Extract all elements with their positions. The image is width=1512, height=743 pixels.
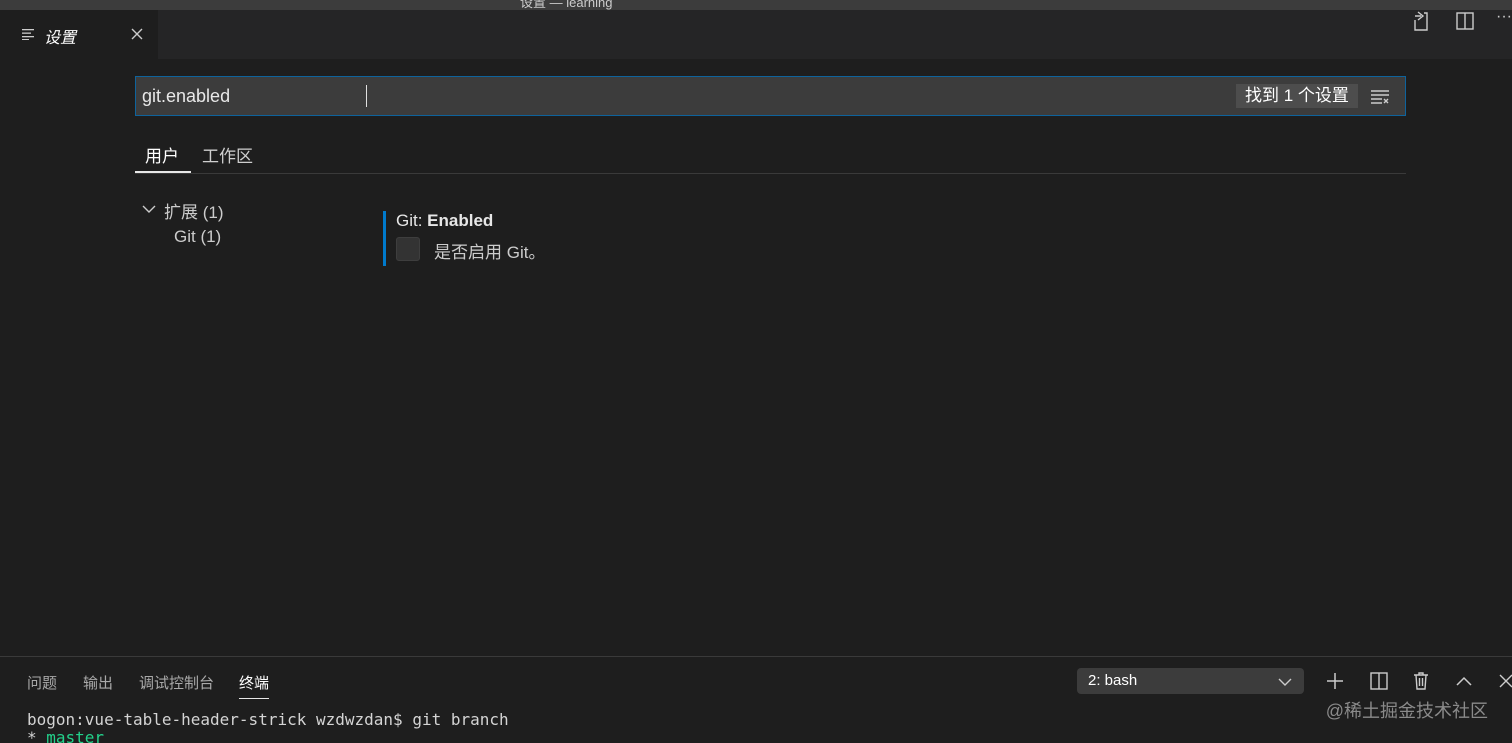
chevron-down-icon bbox=[1278, 678, 1292, 686]
tab-user[interactable]: 用户 bbox=[135, 142, 191, 173]
clear-filter-icon[interactable] bbox=[1370, 86, 1390, 106]
title-bar: 设置 — learning bbox=[0, 0, 1512, 10]
settings-scope-tabs: 用户 工作区 bbox=[135, 138, 1406, 174]
terminal-line: bogon:vue-table-header-strick wzdwzdan$ … bbox=[27, 710, 509, 729]
search-result-count: 找到 1 个设置 bbox=[1236, 84, 1358, 108]
watermark: @稀土掘金技术社区 bbox=[1325, 701, 1488, 721]
maximize-panel-icon[interactable] bbox=[1453, 670, 1475, 692]
new-terminal-icon[interactable] bbox=[1324, 670, 1346, 692]
window-title: 设置 — learning bbox=[520, 0, 613, 10]
chevron-down-icon bbox=[142, 205, 156, 213]
editor-tab-bar: 设置 ··· bbox=[0, 8, 1512, 59]
tab-output[interactable]: 输出 bbox=[83, 672, 113, 693]
tab-workspace[interactable]: 工作区 bbox=[202, 142, 253, 167]
close-icon[interactable] bbox=[128, 25, 146, 43]
split-terminal-icon[interactable] bbox=[1368, 670, 1390, 692]
more-actions-icon[interactable]: ··· bbox=[1496, 8, 1512, 30]
terminal-dropdown[interactable]: 2: bash bbox=[1077, 668, 1304, 694]
split-editor-icon[interactable] bbox=[1454, 10, 1476, 32]
terminal-output[interactable]: bogon:vue-table-header-strick wzdwzdan$ … bbox=[27, 711, 509, 743]
setting-name: Enabled bbox=[427, 211, 494, 230]
toc-item-git[interactable]: Git (1) bbox=[174, 227, 221, 247]
text-caret bbox=[366, 85, 367, 107]
toc-item-label: 扩展 (1) bbox=[164, 203, 224, 222]
tab-debug-console[interactable]: 调试控制台 bbox=[139, 672, 214, 693]
tab-label: 设置 bbox=[44, 30, 77, 47]
settings-editor-tab[interactable]: 设置 bbox=[0, 10, 158, 59]
setting-item-git-enabled: Git: Enabled 是否启用 Git。 bbox=[383, 211, 983, 266]
terminal-dropdown-value: 2: bash bbox=[1088, 672, 1138, 689]
setting-description: 是否启用 Git。 bbox=[434, 243, 546, 262]
setting-category: Git: bbox=[396, 211, 428, 230]
active-tab-underline bbox=[135, 171, 191, 173]
kill-terminal-icon[interactable] bbox=[1410, 670, 1432, 692]
settings-search-input[interactable] bbox=[142, 84, 1222, 108]
terminal-line-prefix: * bbox=[27, 728, 47, 743]
settings-list-icon bbox=[22, 29, 34, 40]
tab-problems[interactable]: 问题 bbox=[27, 672, 57, 693]
settings-search-box[interactable]: 找到 1 个设置 bbox=[135, 76, 1406, 116]
tab-terminal[interactable]: 终端 bbox=[239, 672, 270, 699]
current-branch: master bbox=[46, 728, 105, 743]
open-settings-json-icon[interactable] bbox=[1410, 10, 1432, 32]
close-panel-icon[interactable] bbox=[1496, 670, 1512, 692]
active-tab-underline bbox=[239, 698, 270, 699]
bottom-panel: 问题 输出 调试控制台 终端 2: bash bogon:vue-table-h… bbox=[0, 656, 1512, 743]
git-enabled-checkbox[interactable] bbox=[396, 237, 420, 261]
setting-title: Git: Enabled bbox=[396, 211, 493, 231]
